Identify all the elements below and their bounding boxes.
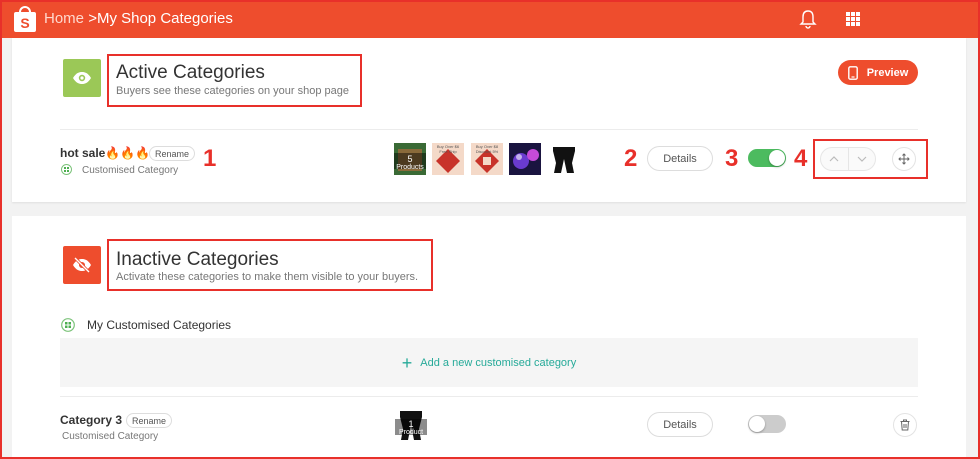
breadcrumb-home[interactable]: Home [44, 10, 84, 27]
customised-category-icon [61, 164, 72, 175]
product-thumbnail: 5 Products [394, 143, 426, 175]
thumbnail-label: Products [396, 164, 424, 171]
active-toggle[interactable] [748, 149, 786, 167]
annotation-number: 2 [624, 145, 638, 172]
product-thumbnail: 1 Product [395, 409, 427, 441]
inactive-toggle[interactable] [748, 415, 786, 433]
breadcrumb: Home >My Shop Categories [44, 10, 233, 27]
rename-button[interactable]: Rename [126, 413, 172, 428]
customised-category-icon [61, 318, 75, 332]
add-customised-category-button[interactable]: + Add a new customised category [60, 338, 918, 387]
eye-off-icon [63, 246, 101, 284]
preview-label: Preview [866, 66, 909, 79]
thumbnail-label: Free Ship [439, 149, 457, 154]
highlight-box-active-title [107, 54, 362, 107]
breadcrumb-current: My Shop Categories [96, 10, 233, 27]
details-button[interactable]: Details [647, 412, 713, 437]
eye-icon [63, 59, 101, 97]
product-thumbnail [548, 143, 580, 175]
toggle-knob [749, 416, 765, 432]
highlight-box-reorder [813, 139, 928, 179]
highlight-box-inactive-title [107, 239, 433, 291]
plus-icon: + [401, 352, 413, 373]
delete-button[interactable] [893, 413, 917, 437]
divider [60, 129, 918, 130]
product-thumbnail: Buy Over $6 Free Ship [432, 143, 464, 175]
svg-text:S: S [20, 15, 29, 31]
annotation-number: 3 [725, 145, 739, 172]
preview-button[interactable]: Preview [838, 60, 918, 85]
top-bar: S Home >My Shop Categories [0, 0, 980, 38]
add-category-label: Add a new customised category [420, 356, 577, 369]
product-thumbnail [509, 143, 541, 175]
category-type: Customised Category [62, 431, 159, 442]
grid-icon[interactable] [845, 11, 861, 27]
rename-button[interactable]: Rename [149, 146, 195, 161]
details-button[interactable]: Details [647, 146, 713, 171]
breadcrumb-separator: > [88, 10, 97, 27]
trash-icon [900, 419, 910, 431]
phone-icon [847, 65, 858, 80]
category-type: Customised Category [82, 165, 179, 176]
thumbnail-count: 1 [408, 419, 414, 429]
annotation-number: 4 [794, 145, 808, 172]
thumbnail-label: Discount 5% [475, 149, 499, 154]
group-title: My Customised Categories [87, 318, 232, 332]
product-thumbnail: Buy Over $8 Discount 5% [471, 143, 503, 175]
shopee-bag-icon[interactable]: S [13, 5, 37, 33]
category-name: Category 3 [60, 413, 123, 427]
thumbnail-label: Product [398, 429, 424, 436]
toggle-knob [769, 150, 785, 166]
bell-icon[interactable] [799, 9, 817, 29]
divider [60, 396, 918, 397]
category-name: hot sale🔥🔥🔥 [60, 146, 151, 160]
thumbnail-count: 5 [407, 154, 413, 164]
annotation-number: 1 [203, 145, 217, 172]
